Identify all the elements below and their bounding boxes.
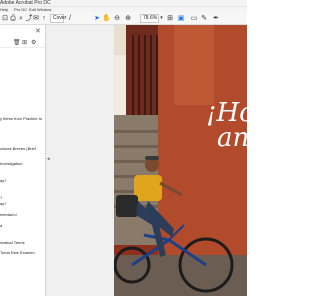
hero-heading-line-2: an <box>217 123 247 153</box>
options-icon[interactable]: ⚙ <box>31 39 36 47</box>
bookmark-item[interactable]: ciones Breves (Brief <box>0 146 45 151</box>
bookmark-item[interactable]: ? <box>0 195 45 200</box>
page-up-icon[interactable]: ↑ <box>40 14 48 23</box>
bookmark-item[interactable]: matical Terms <box>0 240 45 245</box>
window-title: Adobe Acrobat Pro DC <box>0 0 51 6</box>
collapse-panel-icon[interactable]: ◂ <box>47 156 50 162</box>
select-cursor-icon[interactable]: ➤ <box>93 14 101 23</box>
document-page: ¡Ho an <box>114 25 247 296</box>
toolbar: ⊡ ⎙ ⌕ ⤴ ✉ ↑ Cover / ➤ ✋ ⊖ ⊕ 78.6% ▾ ⊞ ▣ … <box>0 12 247 25</box>
page-count-icon: / <box>69 15 71 22</box>
hand-tool-icon[interactable]: ✋ <box>102 14 111 23</box>
print-icon[interactable]: ⎙ <box>9 14 17 23</box>
cover-photo <box>114 25 247 296</box>
close-icon[interactable]: ✕ <box>35 28 41 35</box>
mail-icon[interactable]: ✉ <box>32 14 40 23</box>
bookmark-item[interactable]: mentario! <box>0 212 45 217</box>
hero-heading-line-1: ¡Ho <box>206 98 247 128</box>
chevron-down-icon[interactable]: ▾ <box>159 14 164 23</box>
bookmark-item[interactable]: ay? <box>0 201 45 206</box>
sign-icon[interactable]: ✒ <box>212 14 220 23</box>
document-gutter <box>46 25 114 296</box>
delete-bookmark-icon[interactable]: 🗑 <box>13 39 21 47</box>
zoom-level-value: 78.6% <box>143 15 158 21</box>
bookmarks-toolbar: 🗑 ⊞ ⚙ <box>0 38 45 48</box>
bookmark-item[interactable]: y Items from Practice to <box>0 116 45 121</box>
zoom-in-icon[interactable]: ⊕ <box>124 14 132 23</box>
bookmark-icon[interactable]: ⊡ <box>1 14 9 23</box>
search-icon[interactable]: ⌕ <box>17 14 25 23</box>
zoom-level-select[interactable]: 78.6% <box>140 14 159 23</box>
window-titlebar: Adobe Acrobat Pro DC <box>0 0 247 7</box>
comment-icon[interactable]: ▭ <box>190 14 198 23</box>
bookmarks-panel: ✕ 🗑 ⊞ ⚙ y Items from Practice to ciones … <box>0 25 46 296</box>
highlight-icon[interactable]: ✎ <box>200 14 208 23</box>
new-bookmark-icon[interactable]: ⊞ <box>22 39 27 47</box>
bookmark-item[interactable]: ay? <box>0 178 45 183</box>
bookmark-item[interactable]: a <box>0 223 45 228</box>
page-number-input[interactable]: Cover <box>50 14 66 23</box>
fit-page-icon[interactable]: ⊞ <box>166 14 174 23</box>
zoom-out-icon[interactable]: ⊖ <box>113 14 121 23</box>
bookmark-item[interactable]: Toma Este Examen <box>0 250 45 255</box>
scroll-mode-icon[interactable]: ▣ <box>177 14 185 23</box>
bookmark-item[interactable]: Investigation <box>0 161 45 166</box>
